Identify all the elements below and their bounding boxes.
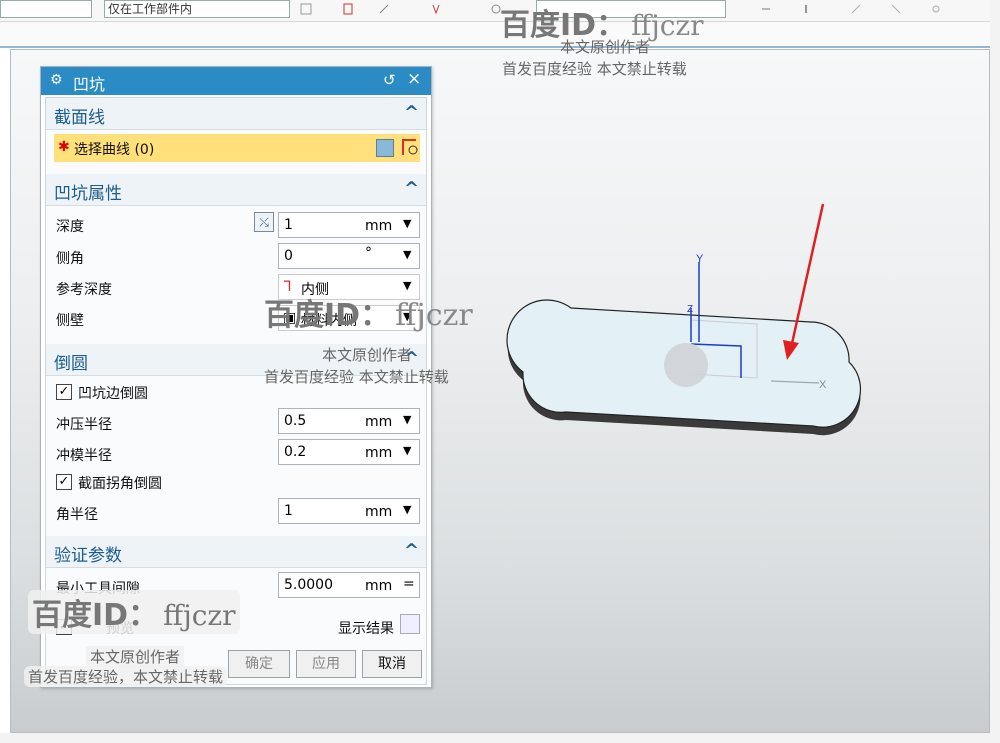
watermark-line1: 本文原创作者 <box>560 38 651 56</box>
selection-filter-combo[interactable] <box>0 0 92 18</box>
chevron-down-icon[interactable]: ▼ <box>403 413 411 426</box>
dimple-edge-fillet-label: 凹坑边倒圆 <box>78 386 148 402</box>
watermark-line1: 本文原创作者 <box>322 346 413 364</box>
toolbar-icon[interactable] <box>378 3 390 15</box>
chevron-down-icon[interactable]: ▼ <box>403 503 411 516</box>
section-title: 截面线 <box>54 108 105 128</box>
sketch-section-icon[interactable] <box>376 139 394 157</box>
min-gap-unit[interactable]: mm <box>365 578 392 594</box>
dialog-title: 凹坑 <box>73 75 106 94</box>
min-gap-field[interactable]: 5.0000 mm = <box>278 572 420 598</box>
die-radius-field[interactable]: 0.2 mm ▼ <box>278 439 420 465</box>
corner-radius-value[interactable]: 1 <box>284 503 293 519</box>
depth-label: 深度 <box>56 219 84 235</box>
select-curve-label: 选择曲线 (0) <box>74 142 155 158</box>
apply-button[interactable]: 应用 <box>296 650 356 678</box>
select-curve-row[interactable]: ✱ 选择曲线 (0) <box>54 134 420 162</box>
toolbar-icon[interactable] <box>850 3 862 15</box>
close-icon[interactable]: × <box>407 69 421 89</box>
dialog-title-bar[interactable]: ⚙ 凹坑 ↺ × <box>41 67 431 95</box>
ref-depth-label: 参考深度 <box>56 282 112 298</box>
die-radius-label: 冲模半径 <box>56 448 112 464</box>
watermark-line2: 首发百度经验 本文禁止转载 <box>502 60 687 78</box>
depth-unit[interactable]: mm <box>365 218 392 234</box>
depth-field[interactable]: 1 mm ▼ <box>278 212 420 238</box>
y-axis-label: Y <box>696 253 704 265</box>
toolbar-icon[interactable] <box>930 3 942 15</box>
watermark-line2: 首发百度经验 本文禁止转载 <box>264 368 449 386</box>
die-radius-value[interactable]: 0.2 <box>284 444 306 460</box>
corner-fillet-label: 截面拐角倒圆 <box>78 476 162 492</box>
watermark-id: ffjczr <box>163 599 236 632</box>
section-title: 凹坑属性 <box>54 184 122 204</box>
side-angle-value[interactable]: 0 <box>284 248 293 264</box>
required-icon: ✱ <box>58 139 70 155</box>
watermark-line2: 首发百度经验，本文禁止转载 <box>24 666 228 687</box>
depth-value[interactable]: 1 <box>284 217 293 233</box>
min-gap-value[interactable]: 5.0000 <box>284 577 333 593</box>
corner-radius-label: 角半径 <box>56 507 98 523</box>
collapse-icon[interactable]: ^ <box>404 102 419 123</box>
window-edge <box>0 733 1000 743</box>
z-axis-label: Z <box>687 304 693 315</box>
toolbar-icon[interactable] <box>300 3 312 15</box>
toolbar-icon[interactable] <box>760 3 772 15</box>
chevron-down-icon[interactable]: ▼ <box>403 444 411 457</box>
punch-radius-unit[interactable]: mm <box>365 414 392 430</box>
collapse-icon[interactable]: ^ <box>404 178 419 199</box>
die-radius-unit[interactable]: mm <box>365 445 392 461</box>
ok-button[interactable]: 确定 <box>228 650 290 678</box>
gear-icon[interactable]: ⚙ <box>50 72 63 88</box>
toolbar-icon[interactable] <box>430 3 442 15</box>
magnifier-icon[interactable] <box>400 614 420 634</box>
watermark-id-label: 百度ID： <box>32 598 159 633</box>
side-wall-label: 侧壁 <box>56 313 84 329</box>
selection-scope-combo[interactable]: 仅在工作部件内 <box>104 0 290 18</box>
punch-radius-label: 冲压半径 <box>56 417 112 433</box>
section-header-dimple-props[interactable]: 凹坑属性 ^ <box>46 174 426 206</box>
section-title: 验证参数 <box>54 546 122 566</box>
watermark-id-label: 百度ID： <box>264 298 391 333</box>
curve-select-icon[interactable] <box>400 137 420 157</box>
toolbar-icon[interactable] <box>800 3 812 15</box>
corner-radius-unit[interactable]: mm <box>365 504 392 520</box>
dimple-edge-fillet-checkbox[interactable]: ✓ <box>56 384 72 400</box>
section-title: 倒圆 <box>54 354 88 374</box>
hole-watermark <box>664 343 708 387</box>
x-axis-label: X <box>819 379 827 391</box>
punch-radius-field[interactable]: 0.5 mm ▼ <box>278 408 420 434</box>
side-angle-unit[interactable]: ° <box>365 245 372 261</box>
min-gap-operator[interactable]: = <box>403 576 415 592</box>
app-window: 仅在工作部件内 Y Z X ⚙ 凹坑 ↺ × 截面线 ^ ✱ 选择曲线 (0) … <box>0 0 1000 743</box>
section-header-section-line[interactable]: 截面线 ^ <box>46 98 426 130</box>
cancel-button[interactable]: 取消 <box>362 650 422 678</box>
chevron-down-icon[interactable]: ▼ <box>403 217 411 230</box>
punch-radius-value[interactable]: 0.5 <box>284 413 306 429</box>
reverse-direction-icon[interactable]: ⤯ <box>254 212 274 232</box>
reset-icon[interactable]: ↺ <box>383 71 396 89</box>
watermark-line1: 本文原创作者 <box>86 646 185 667</box>
toolbar-icon[interactable] <box>342 3 354 15</box>
side-angle-field[interactable]: 0 ° ▼ <box>278 243 420 269</box>
collapse-icon[interactable]: ^ <box>404 540 419 561</box>
section-header-verify[interactable]: 验证参数 ^ <box>46 536 426 568</box>
watermark: 百度ID： ffjczr <box>28 590 240 634</box>
show-result-label: 显示结果 <box>338 621 394 637</box>
window-edge <box>990 0 1000 743</box>
watermark-id: ffjczr <box>395 298 473 333</box>
corner-fillet-checkbox[interactable]: ✓ <box>56 474 72 490</box>
toolbar-icon[interactable] <box>890 3 902 15</box>
side-angle-label: 侧角 <box>56 251 84 267</box>
chevron-down-icon[interactable]: ▼ <box>403 248 411 261</box>
watermark: 百度ID： ffjczr <box>264 290 473 334</box>
corner-radius-field[interactable]: 1 mm ▼ <box>278 498 420 524</box>
